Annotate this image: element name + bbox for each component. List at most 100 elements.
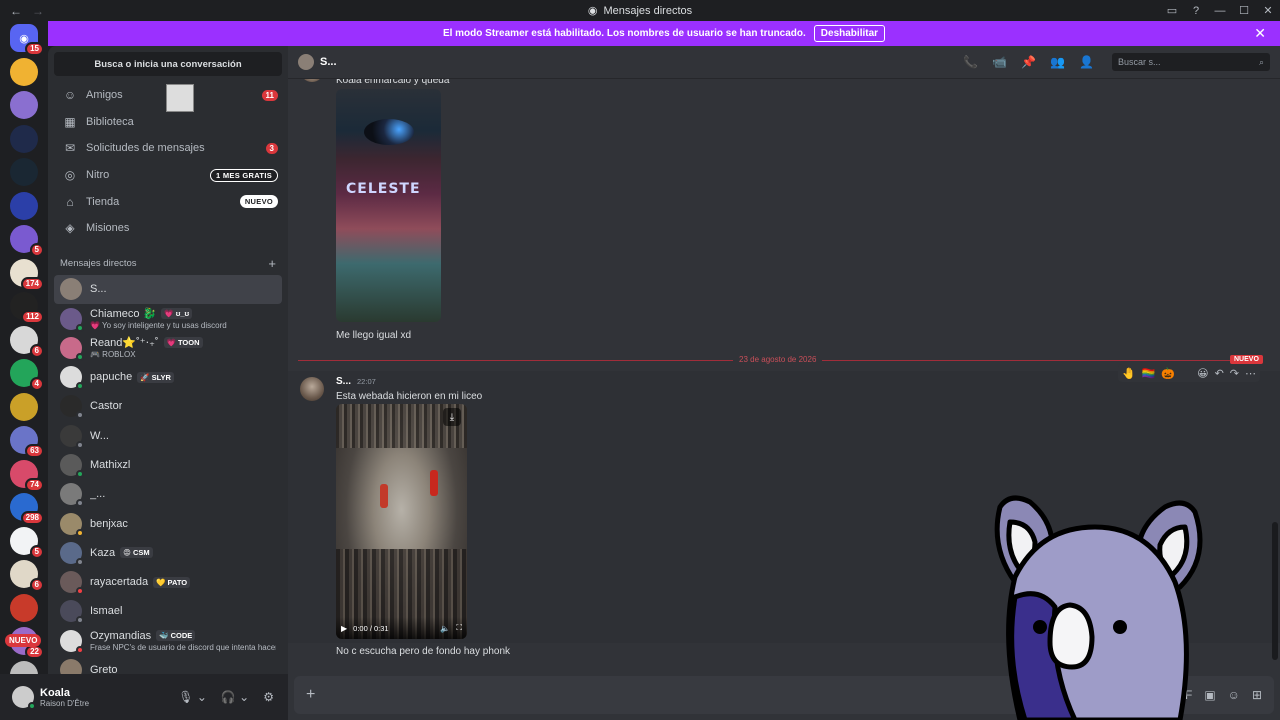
play-icon[interactable]: ▶ — [341, 624, 347, 633]
dm-item[interactable]: benjxac — [54, 509, 282, 538]
pinned-messages-icon[interactable]: 📌 — [1021, 55, 1036, 69]
headset-icon[interactable]: 🎧 ⌄ — [221, 690, 249, 704]
reply-icon[interactable]: ↶ — [1215, 367, 1224, 380]
add-friends-icon[interactable]: 👥 — [1050, 55, 1065, 69]
dm-item[interactable]: S... — [54, 274, 282, 304]
dm-item[interactable]: Castor — [54, 392, 282, 421]
video-person — [430, 470, 438, 496]
server-icon[interactable] — [10, 124, 38, 153]
window-title: Mensajes directos — [603, 4, 693, 17]
dm-avatar — [60, 600, 84, 625]
forward-icon[interactable]: ↷ — [1230, 367, 1239, 380]
dm-item[interactable]: rayacertada 💛 PATO — [54, 568, 282, 597]
server-icon[interactable]: 63 — [10, 426, 44, 458]
friends-icon: ☺ — [63, 88, 77, 103]
server-icon[interactable]: 6 — [10, 325, 44, 358]
server-icon[interactable]: 74 — [10, 459, 44, 492]
presence-status — [76, 587, 84, 596]
dm-item[interactable]: Greto — [54, 655, 282, 674]
user-avatar[interactable] — [12, 686, 36, 710]
settings-gear-icon[interactable]: ⚙ — [263, 690, 274, 704]
video-controls: ▶ 0:00 / 0:31 🔈 ⛶ — [336, 617, 467, 639]
dm-avatar — [60, 395, 84, 420]
find-conversation-button[interactable]: Busca o inicia una conversación — [54, 52, 282, 76]
download-icon[interactable]: ⤓ — [443, 408, 461, 426]
minimize-button[interactable]: — — [1208, 5, 1232, 17]
chat-search-input[interactable]: Buscar s... ⌕ — [1112, 53, 1270, 71]
close-banner-icon[interactable]: ✕ — [1254, 25, 1266, 42]
recipient-name[interactable]: S... — [320, 56, 337, 68]
forward-arrow-icon[interactable]: → — [32, 4, 44, 18]
online-status — [28, 702, 36, 710]
dm-item[interactable]: _... — [54, 480, 282, 509]
attach-plus-icon[interactable]: + — [306, 686, 315, 704]
chat-scrollbar[interactable] — [1272, 522, 1278, 660]
shop-icon: ⌂ — [66, 194, 74, 209]
nav-library[interactable]: ▦ Biblioteca — [48, 109, 288, 136]
voice-call-icon[interactable]: 📞 — [963, 55, 978, 69]
server-icon[interactable]: 112 — [10, 292, 44, 324]
add-reaction-icon[interactable]: 😀 — [1197, 367, 1208, 380]
server-icon[interactable] — [10, 593, 38, 622]
nav-quests[interactable]: ◈ Misiones — [48, 215, 288, 242]
inbox-icon[interactable]: ▭ — [1160, 4, 1184, 17]
reaction-pumpkin-icon[interactable]: 🎃 — [1161, 367, 1175, 380]
server-icon[interactable]: 174 — [10, 258, 44, 291]
dm-item[interactable]: papuche 🚀 SLYR — [54, 362, 282, 391]
dm-avatar — [60, 541, 84, 566]
help-icon[interactable]: ? — [1184, 5, 1208, 17]
server-icon[interactable]: 5 — [10, 225, 44, 257]
create-dm-icon[interactable]: + — [268, 256, 276, 271]
search-icon: ⌕ — [1258, 56, 1264, 67]
server-icon[interactable] — [10, 158, 38, 186]
close-window-button[interactable]: ✕ — [1256, 4, 1280, 17]
dm-name: benjxac — [90, 517, 128, 530]
more-options-icon[interactable]: ⋯ — [1245, 367, 1256, 380]
server-icon[interactable] — [10, 191, 38, 220]
dm-item[interactable]: Chiameco 🐉 💗 ʊ_ʊ 💗 Yo soy inteligente y tu… — [54, 304, 282, 333]
server-icon[interactable]: 6 — [10, 560, 44, 592]
emoji-icon[interactable]: ☺ — [1228, 688, 1240, 702]
apps-icon[interactable]: ⊞ — [1252, 688, 1262, 702]
user-profile-icon[interactable]: 👤 — [1079, 55, 1094, 69]
quests-icon: ◈ — [65, 221, 75, 236]
server-icon[interactable]: 4 — [10, 359, 44, 391]
nav-message-requests[interactable]: ✉ Solicitudes de mensajes 3 — [48, 135, 288, 162]
back-arrow-icon[interactable]: ← — [10, 4, 22, 18]
fullscreen-icon[interactable]: ⛶ — [456, 623, 462, 633]
dm-item[interactable]: Mathixzl — [54, 450, 282, 479]
home-button[interactable]: ◉ 15 — [10, 24, 44, 56]
recipient-avatar[interactable] — [298, 54, 314, 70]
server-icon[interactable] — [10, 392, 38, 421]
dm-item[interactable]: Ismael — [54, 597, 282, 626]
maximize-button[interactable]: ☐ — [1232, 4, 1256, 17]
new-servers-pill[interactable]: NUEVO — [5, 634, 42, 647]
nav-badge: 1 MES GRATIS — [210, 168, 278, 182]
server-icon[interactable]: 298 — [10, 493, 44, 525]
dm-item[interactable]: Kaza 😡 CSM — [54, 538, 282, 567]
nav-badge: 11 — [261, 89, 278, 101]
video-attachment[interactable]: ⤓ ▶ 0:00 / 0:31 🔈 ⛶ — [336, 404, 467, 639]
disable-streamer-button[interactable]: Deshabilitar — [813, 25, 886, 42]
server-icon[interactable]: 5 — [10, 526, 44, 559]
reaction-hand-icon[interactable]: 🤚 — [1122, 367, 1136, 380]
server-icon[interactable] — [10, 91, 38, 119]
reaction-flag-icon[interactable]: 🏳️‍🌈 — [1142, 367, 1156, 380]
server-badge: 6 — [29, 578, 44, 592]
message-avatar[interactable] — [300, 377, 324, 401]
nav-nitro[interactable]: ◎ Nitro 1 MES GRATIS — [48, 162, 288, 189]
message-image[interactable]: CELESTE — [336, 89, 441, 322]
nav-friends[interactable]: ☺ Amigos 11 — [48, 82, 288, 112]
dm-item[interactable]: W... — [54, 421, 282, 450]
nav-shop[interactable]: ⌂ Tienda NUEVO — [48, 188, 288, 215]
dm-name: Chiameco 🐉 — [90, 308, 157, 320]
server-icon[interactable] — [10, 57, 38, 86]
user-panel: Koala Raison D'Être 🎙 ⌄ 🎧 ⌄ ⚙ — [0, 674, 288, 720]
message-author[interactable]: S... — [336, 376, 351, 387]
dm-avatar — [60, 366, 84, 391]
volume-icon[interactable]: 🔈 — [440, 624, 450, 633]
video-call-icon[interactable]: 📹 — [992, 55, 1007, 69]
dm-item[interactable]: Reand⭐˚⁺‧₊˚ 💗 TOON 🎮 ROBLOX — [54, 333, 282, 362]
microphone-icon[interactable]: 🎙 ⌄ — [178, 690, 207, 704]
dm-item[interactable]: Ozymandias 🐳 CODE Frase NPC's de usuario d… — [54, 626, 282, 655]
